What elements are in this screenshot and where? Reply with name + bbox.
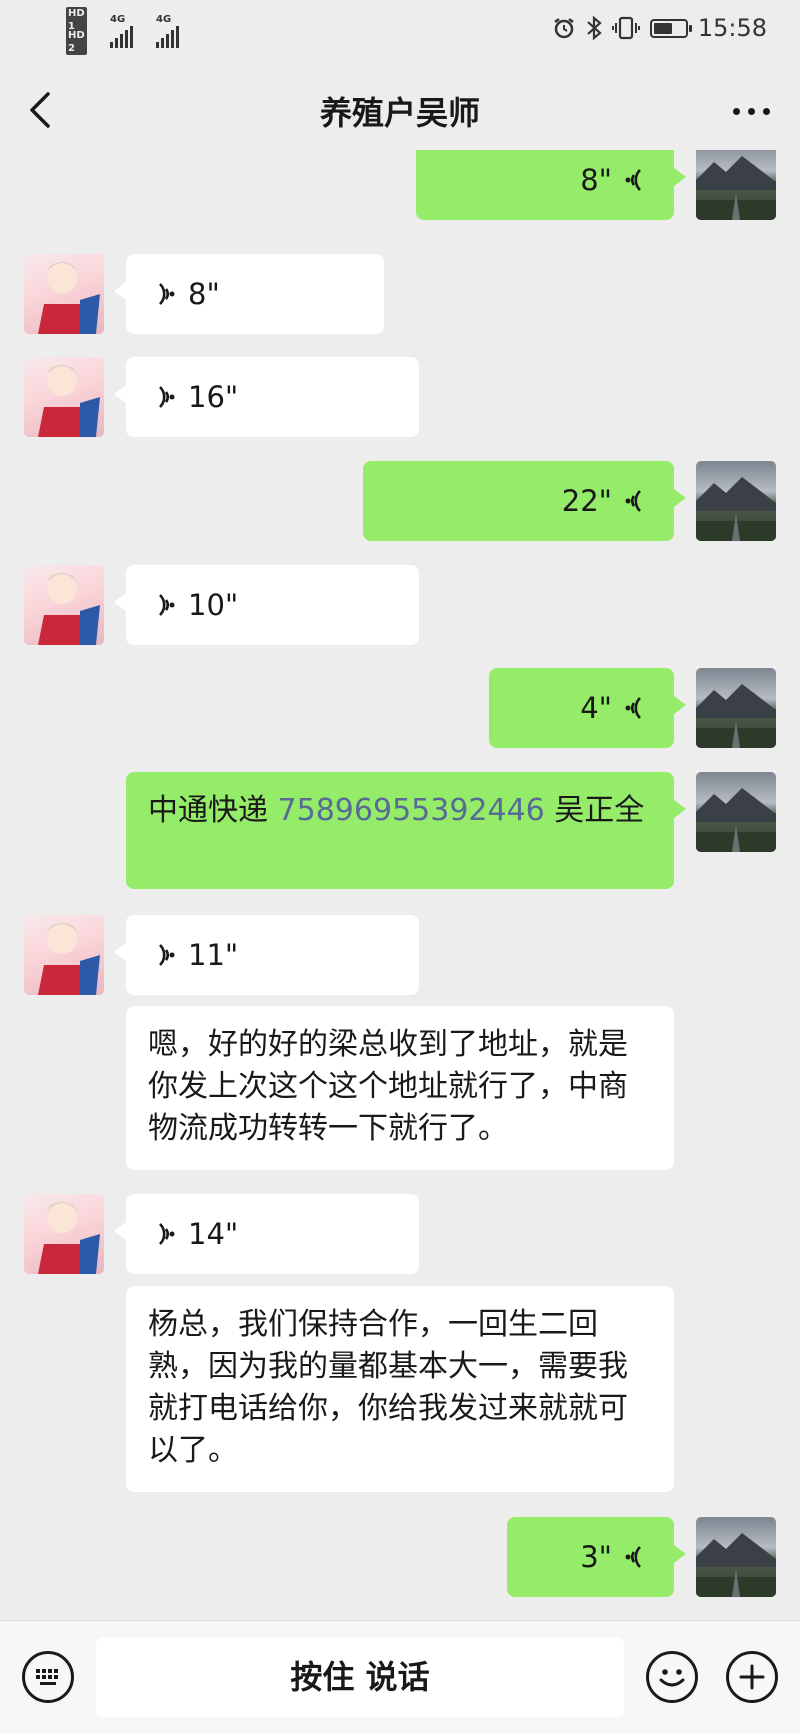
voice-message-bubble[interactable]: 14" (114, 1194, 419, 1274)
voice-wave-icon (625, 1546, 641, 1568)
contact-avatar[interactable] (24, 357, 104, 437)
tracking-number-link[interactable]: 75896955392446 (278, 793, 545, 828)
message-text: 嗯，好的好的梁总收到了地址，就是你发上次这个这个地址就行了，中商物流成功转转一下… (148, 1027, 628, 1146)
voice-wave-icon (625, 169, 641, 191)
voice-duration: 8" (580, 163, 612, 197)
plus-icon[interactable] (726, 1651, 778, 1703)
hold-to-talk-button[interactable]: 按住 说话 (96, 1637, 624, 1717)
voice-duration: 4" (580, 691, 612, 725)
voice-message-bubble[interactable]: 10" (114, 565, 419, 645)
alarm-icon (554, 18, 574, 39)
voice-wave-icon (159, 283, 175, 305)
message-text: 吴正全 (544, 793, 645, 828)
keyboard-icon[interactable] (22, 1651, 74, 1703)
contact-avatar[interactable] (24, 254, 104, 334)
voice-message-bubble[interactable]: 8" (416, 150, 686, 220)
more-dots-icon[interactable] (733, 108, 770, 115)
voice-wave-icon (625, 697, 641, 719)
voice-duration: 22" (561, 484, 612, 518)
voice-message-bubble[interactable]: 4" (489, 668, 686, 748)
signal-bars-1-icon (110, 24, 133, 48)
voice-message-bubble[interactable]: 22" (363, 461, 686, 541)
voice-wave-icon (159, 594, 175, 616)
my-avatar[interactable] (696, 150, 776, 220)
voice-transcription-bubble[interactable]: 杨总，我们保持合作，一回生二回熟，因为我的量都基本大一，需要我就打电话给你，你给… (126, 1286, 674, 1492)
voice-message-bubble[interactable]: 3" (507, 1517, 686, 1597)
status-right: 15:58 (552, 14, 767, 42)
voice-duration: 10" (188, 588, 239, 622)
chat-header: 养殖户吴师 (0, 62, 800, 158)
status-bar: HD 1 HD 2 4G 4G 15:58 (0, 0, 800, 62)
voice-duration: 16" (188, 380, 239, 414)
my-avatar[interactable] (696, 1517, 776, 1597)
voice-wave-icon (159, 944, 175, 966)
voice-message-bubble[interactable]: 16" (114, 357, 419, 437)
hd2-badge: HD 2 (66, 28, 87, 55)
voice-transcription-bubble[interactable]: 嗯，好的好的梁总收到了地址，就是你发上次这个这个地址就行了，中商物流成功转转一下… (126, 1006, 674, 1170)
message-text: 中通快递 (148, 793, 278, 828)
voice-wave-icon (159, 386, 175, 408)
my-avatar[interactable] (696, 772, 776, 852)
voice-duration: 14" (188, 1217, 239, 1251)
contact-avatar[interactable] (24, 1194, 104, 1274)
my-avatar[interactable] (696, 668, 776, 748)
message-list[interactable]: 8" 8" 16" 22" 10" 4" 中通快递 75896955392446… (0, 150, 800, 1620)
voice-message-bubble[interactable]: 11" (114, 915, 419, 995)
emoji-icon[interactable] (646, 1651, 698, 1703)
text-message-bubble[interactable]: 中通快递 75896955392446 吴正全 (126, 772, 686, 889)
signal-bars-2-icon (156, 24, 179, 48)
battery-icon (649, 18, 692, 38)
my-avatar[interactable] (696, 461, 776, 541)
clock: 15:58 (697, 14, 767, 42)
voice-wave-icon (159, 1223, 175, 1245)
voice-duration: 8" (188, 277, 220, 311)
chat-title: 养殖户吴师 (319, 94, 480, 132)
voice-wave-icon (625, 490, 641, 512)
voice-message-bubble[interactable]: 8" (114, 254, 384, 334)
vibrate-icon (611, 16, 640, 40)
contact-avatar[interactable] (24, 565, 104, 645)
message-text: 杨总，我们保持合作，一回生二回熟，因为我的量都基本大一，需要我就打电话给你，你给… (148, 1307, 628, 1468)
input-bar: 按住 说话 (0, 1620, 800, 1733)
contact-avatar[interactable] (24, 915, 104, 995)
bluetooth-icon (587, 15, 602, 41)
voice-duration: 3" (580, 1540, 612, 1574)
voice-duration: 11" (188, 938, 239, 972)
